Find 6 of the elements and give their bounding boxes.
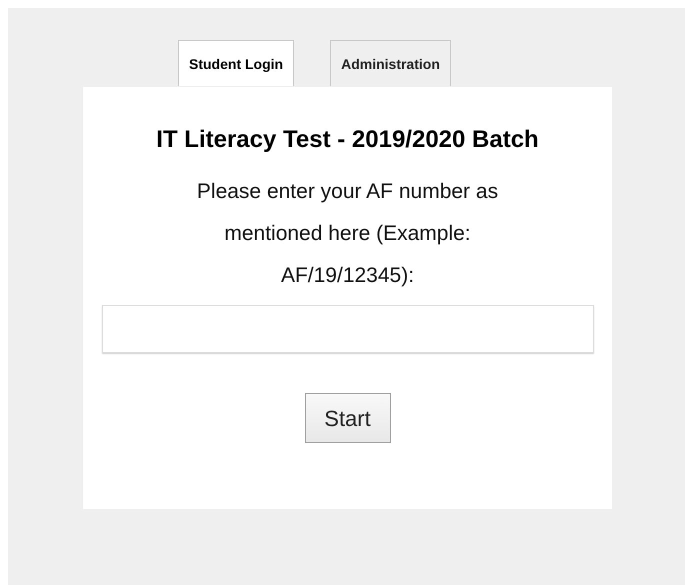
tab[interactable]: Administration (330, 40, 451, 86)
tab[interactable]: Student Login (178, 40, 294, 86)
start-button[interactable]: Start (304, 393, 390, 443)
instruction-text: Please enter your AF number as mentioned here (Example: AF/19/12345): (196, 179, 500, 289)
test-title: IT Literacy Test - 2019/2020 Batch (155, 125, 540, 155)
af-number-field[interactable] (102, 305, 594, 353)
